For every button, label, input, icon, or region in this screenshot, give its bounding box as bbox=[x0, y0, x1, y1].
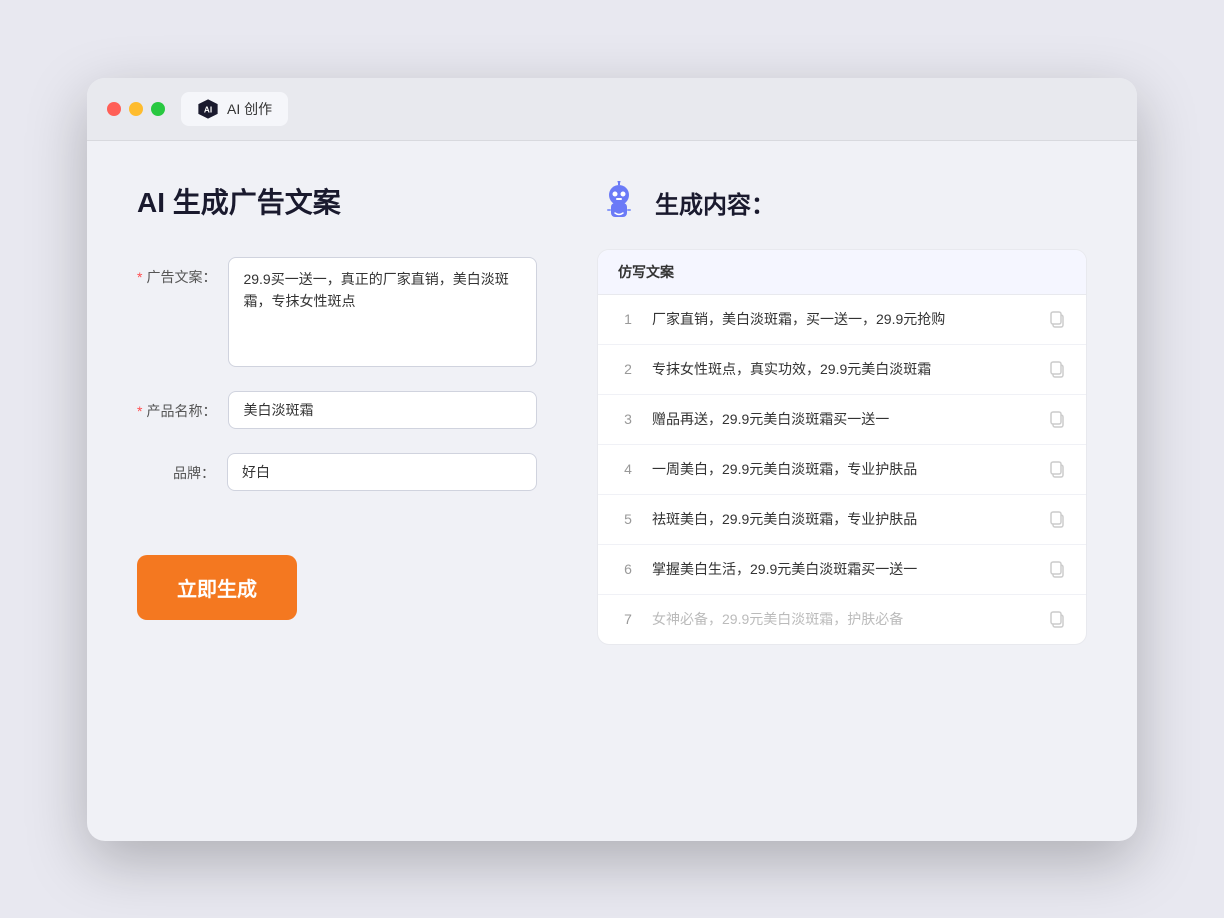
copy-icon[interactable] bbox=[1048, 510, 1066, 528]
table-row: 6 掌握美白生活，29.9元美白淡斑霜买一送一 bbox=[598, 545, 1086, 595]
brand-group: 品牌： bbox=[137, 453, 537, 491]
table-header: 仿写文案 bbox=[598, 250, 1086, 295]
left-panel: AI 生成广告文案 *广告文案： 29.9买一送一，真正的厂家直销，美白淡斑霜，… bbox=[137, 181, 537, 801]
content-area: AI 生成广告文案 *广告文案： 29.9买一送一，真正的厂家直销，美白淡斑霜，… bbox=[87, 141, 1137, 841]
copy-icon[interactable] bbox=[1048, 610, 1066, 628]
minimize-button[interactable] bbox=[129, 102, 143, 116]
right-header: 生成内容： bbox=[597, 181, 1087, 225]
row-text: 祛斑美白，29.9元美白淡斑霜，专业护肤品 bbox=[652, 509, 1034, 530]
brand-input[interactable] bbox=[227, 453, 537, 491]
maximize-button[interactable] bbox=[151, 102, 165, 116]
traffic-lights bbox=[107, 102, 165, 116]
ai-tab-icon: AI bbox=[197, 98, 219, 120]
table-row: 3 赠品再送，29.9元美白淡斑霜买一送一 bbox=[598, 395, 1086, 445]
product-name-input[interactable] bbox=[228, 391, 537, 429]
generate-button[interactable]: 立即生成 bbox=[137, 555, 297, 620]
row-text: 一周美白，29.9元美白淡斑霜，专业护肤品 bbox=[652, 459, 1034, 480]
copy-icon[interactable] bbox=[1048, 560, 1066, 578]
row-number: 5 bbox=[618, 511, 638, 527]
close-button[interactable] bbox=[107, 102, 121, 116]
row-text: 厂家直销，美白淡斑霜，买一送一，29.9元抢购 bbox=[652, 309, 1034, 330]
row-text: 专抹女性斑点，真实功效，29.9元美白淡斑霜 bbox=[652, 359, 1034, 380]
table-row: 4 一周美白，29.9元美白淡斑霜，专业护肤品 bbox=[598, 445, 1086, 495]
right-title: 生成内容： bbox=[655, 185, 775, 220]
row-text: 赠品再送，29.9元美白淡斑霜买一送一 bbox=[652, 409, 1034, 430]
brand-label: 品牌： bbox=[137, 453, 227, 483]
ad-copy-group: *广告文案： 29.9买一送一，真正的厂家直销，美白淡斑霜，专抹女性斑点 bbox=[137, 257, 537, 367]
copy-icon[interactable] bbox=[1048, 310, 1066, 328]
tab-label: AI 创作 bbox=[227, 99, 272, 119]
required-star-ad: * bbox=[137, 269, 142, 285]
row-number: 4 bbox=[618, 461, 638, 477]
product-name-group: *产品名称： bbox=[137, 391, 537, 429]
result-rows-container: 1 厂家直销，美白淡斑霜，买一送一，29.9元抢购 2 专抹女性斑点，真实功效，29… bbox=[598, 295, 1086, 644]
row-number: 3 bbox=[618, 411, 638, 427]
copy-icon[interactable] bbox=[1048, 360, 1066, 378]
right-panel: 生成内容： 仿写文案 1 厂家直销，美白淡斑霜，买一送一，29.9元抢购 2 专抹女… bbox=[597, 181, 1087, 801]
table-row: 2 专抹女性斑点，真实功效，29.9元美白淡斑霜 bbox=[598, 345, 1086, 395]
row-number: 6 bbox=[618, 561, 638, 577]
title-bar: AI AI 创作 bbox=[87, 78, 1137, 141]
required-star-product: * bbox=[137, 403, 142, 419]
browser-window: AI AI 创作 AI 生成广告文案 *广告文案： 29.9买一送一，真正的厂家… bbox=[87, 78, 1137, 841]
copy-icon[interactable] bbox=[1048, 460, 1066, 478]
row-number: 1 bbox=[618, 311, 638, 327]
ad-copy-label: *广告文案： bbox=[137, 257, 228, 287]
row-text: 掌握美白生活，29.9元美白淡斑霜买一送一 bbox=[652, 559, 1034, 580]
ad-copy-input[interactable]: 29.9买一送一，真正的厂家直销，美白淡斑霜，专抹女性斑点 bbox=[228, 257, 537, 367]
page-title: AI 生成广告文案 bbox=[137, 181, 537, 221]
result-table: 仿写文案 1 厂家直销，美白淡斑霜，买一送一，29.9元抢购 2 专抹女性斑点，真实… bbox=[597, 249, 1087, 645]
table-row: 7 女神必备，29.9元美白淡斑霜，护肤必备 bbox=[598, 595, 1086, 644]
row-number: 7 bbox=[618, 611, 638, 627]
table-row: 5 祛斑美白，29.9元美白淡斑霜，专业护肤品 bbox=[598, 495, 1086, 545]
product-name-label: *产品名称： bbox=[137, 391, 228, 421]
table-row: 1 厂家直销，美白淡斑霜，买一送一，29.9元抢购 bbox=[598, 295, 1086, 345]
svg-text:AI: AI bbox=[204, 105, 212, 114]
ai-tab[interactable]: AI AI 创作 bbox=[181, 92, 288, 126]
row-number: 2 bbox=[618, 361, 638, 377]
copy-icon[interactable] bbox=[1048, 410, 1066, 428]
row-text: 女神必备，29.9元美白淡斑霜，护肤必备 bbox=[652, 609, 1034, 630]
robot-icon bbox=[597, 181, 641, 225]
